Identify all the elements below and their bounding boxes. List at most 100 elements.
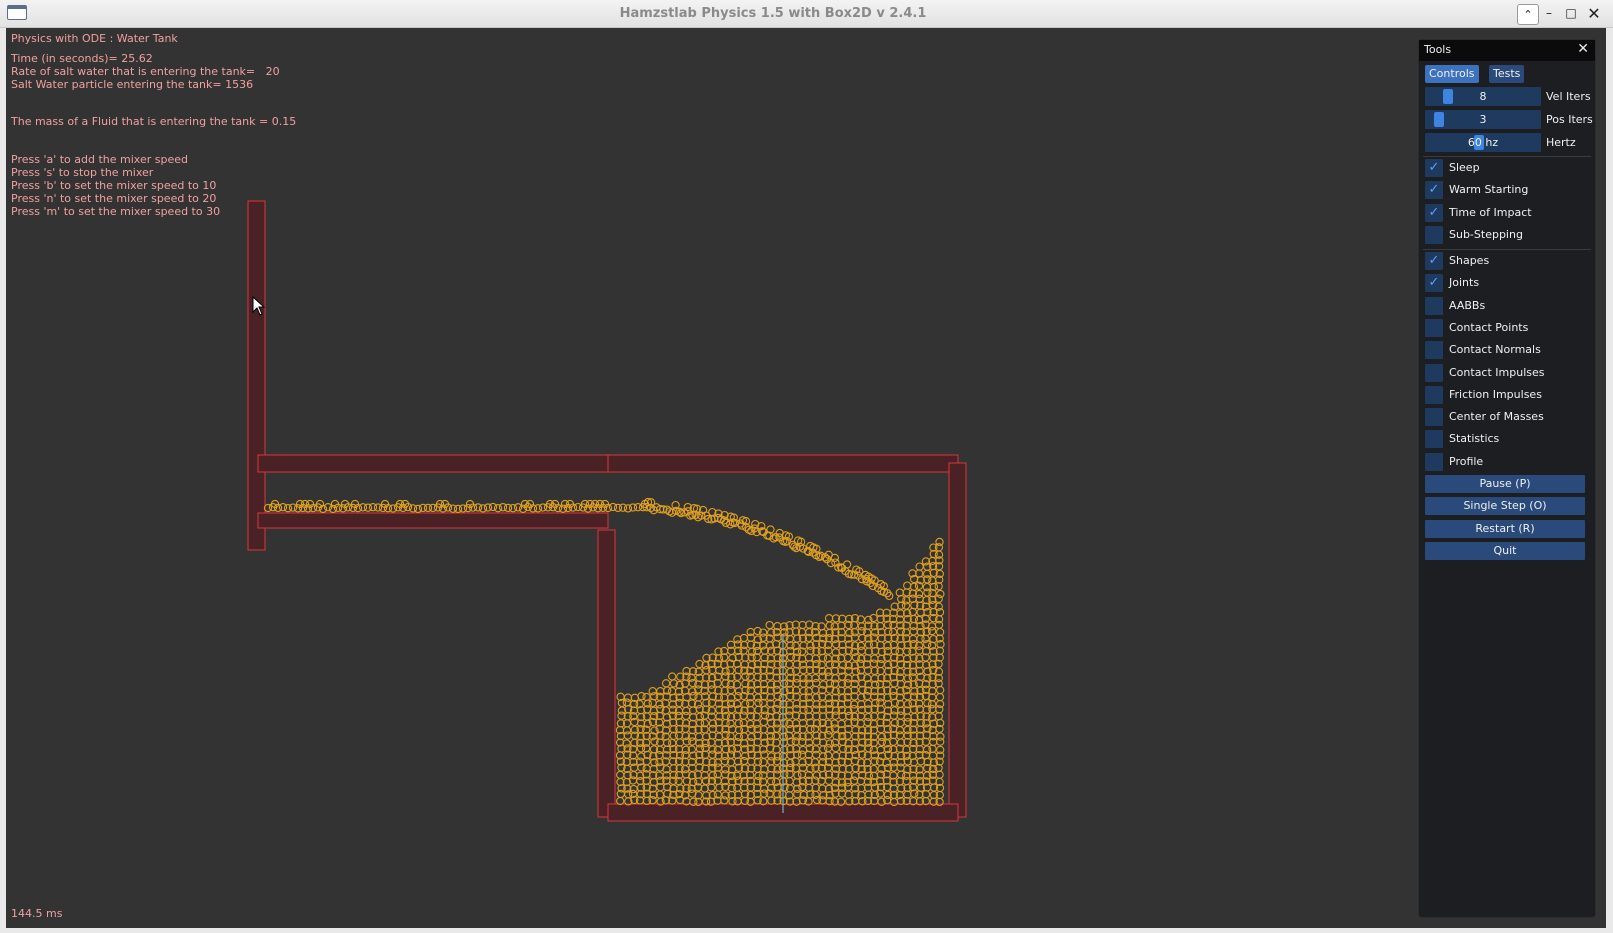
checkbox-friction-impulses[interactable]: Friction Impulses [1425, 385, 1590, 404]
quit-button[interactable]: Quit [1425, 541, 1585, 560]
pipe-top-wall [257, 454, 609, 473]
checkbox-box[interactable] [1425, 363, 1443, 382]
water-particle [870, 654, 879, 663]
water-particle [842, 560, 852, 569]
water-particle [921, 790, 931, 799]
water-particle [733, 783, 742, 792]
checkbox-sleep[interactable]: ✓ Sleep [1425, 158, 1590, 177]
checkbox-time-of-impact[interactable]: ✓ Time of Impact [1425, 203, 1590, 222]
checkbox-label: Profile [1449, 454, 1484, 468]
water-particle [830, 738, 840, 747]
water-particle [642, 692, 651, 702]
slider-value: 8 [1479, 90, 1487, 103]
checkbox-joints[interactable]: ✓ Joints [1425, 273, 1590, 293]
water-particle [661, 679, 671, 688]
tools-header[interactable]: Tools ✕ [1419, 40, 1595, 61]
checkbox-profile[interactable]: Profile [1425, 452, 1590, 471]
restart-r-button[interactable]: Restart (R) [1425, 519, 1585, 538]
water-particle [668, 672, 677, 681]
pipe-bottom-wall [257, 512, 609, 529]
checkbox-box[interactable] [1425, 296, 1443, 315]
water-particle [508, 504, 518, 513]
checkmark-icon[interactable]: ✓ [1425, 181, 1443, 200]
water-particle [721, 518, 730, 528]
water-particle [667, 687, 677, 696]
minimize-button[interactable]: – [1539, 4, 1559, 23]
water-particle [928, 751, 938, 760]
water-particle [726, 666, 735, 675]
checkbox-box[interactable] [1425, 341, 1443, 360]
water-particle [831, 751, 841, 761]
water-particle [747, 757, 756, 766]
checkbox-statistics[interactable]: Statistics [1425, 429, 1590, 449]
checkbox-box[interactable] [1425, 452, 1443, 471]
pause-p-button[interactable]: Pause (P) [1425, 475, 1585, 493]
water-particle [903, 581, 912, 590]
water-particle [689, 691, 698, 701]
water-particle [740, 732, 749, 741]
checkbox-warm-starting[interactable]: ✓ Warm Starting [1425, 180, 1590, 200]
checkbox-box[interactable] [1425, 385, 1443, 404]
water-particle [493, 504, 503, 513]
checkbox-box[interactable] [1425, 318, 1443, 337]
window-titlebar[interactable]: Hamzstlab Physics 1.5 with Box2D v 2.4.1… [0, 0, 1613, 28]
checkbox-box[interactable] [1425, 430, 1443, 449]
tab-controls[interactable]: Controls [1425, 65, 1479, 83]
checkbox-label: Sleep [1449, 161, 1480, 174]
water-particle [811, 790, 820, 800]
pos-iters-slider[interactable]: 3 [1425, 110, 1541, 129]
checkbox-contact-normals[interactable]: Contact Normals [1425, 340, 1590, 360]
hertz-slider[interactable]: 60 hz [1425, 133, 1541, 152]
water-particle [849, 776, 859, 785]
checkbox-shapes[interactable]: ✓ Shapes [1425, 251, 1590, 270]
checkmark-icon[interactable]: ✓ [1425, 252, 1443, 270]
checkbox-label: Time of Impact [1449, 205, 1532, 219]
water-particle [700, 784, 709, 793]
water-particle [934, 712, 943, 721]
checkbox-box[interactable] [1425, 408, 1443, 427]
water-particle [623, 504, 633, 513]
tank-right-wall [948, 462, 967, 818]
close-window-button[interactable]: ✕ [1584, 4, 1604, 23]
checkmark-icon[interactable]: ✓ [1425, 274, 1443, 293]
water-particle [830, 553, 839, 563]
water-particle [843, 653, 853, 663]
water-particle [936, 589, 945, 599]
water-particle [922, 719, 931, 728]
simulation-viewport[interactable]: Physics with ODE : Water Tank Time (in s… [6, 28, 1606, 928]
single-step-o-button[interactable]: Single Step (O) [1425, 497, 1585, 516]
water-particle [935, 699, 945, 709]
collapse-button[interactable]: ⌃ [1517, 4, 1539, 25]
water-particle [608, 502, 618, 512]
water-particle [338, 504, 348, 513]
water-particle [915, 562, 924, 571]
water-particle [936, 732, 945, 741]
checkbox-aabbs[interactable]: AABBs [1425, 296, 1590, 315]
water-particle [720, 693, 729, 702]
tools-panel[interactable]: Tools ✕ Controls Tests 8 Vel Iters 3 Pos… [1418, 39, 1596, 918]
water-particle [616, 770, 625, 780]
water-particle [478, 504, 488, 513]
maximize-button[interactable]: □ [1561, 4, 1581, 23]
water-particle [688, 706, 698, 715]
slider-value: 60 hz [1467, 136, 1499, 149]
checkbox-sub-stepping[interactable]: Sub-Stepping [1425, 225, 1590, 244]
checkbox-label: Contact Impulses [1449, 365, 1545, 379]
water-particle [889, 737, 898, 746]
mouse-cursor-icon [252, 296, 266, 316]
checkbox-label: Center of Masses [1449, 410, 1544, 424]
checkbox-box[interactable] [1425, 225, 1443, 244]
close-icon[interactable]: ✕ [1577, 41, 1589, 57]
tank-left-wall [597, 529, 616, 818]
tab-tests[interactable]: Tests [1489, 65, 1525, 83]
water-particle [473, 503, 483, 512]
checkbox-center-of-masses[interactable]: Center of Masses [1425, 407, 1590, 427]
water-particle [804, 674, 813, 683]
checkmark-icon[interactable]: ✓ [1425, 159, 1443, 177]
water-particle [811, 685, 820, 695]
checkbox-contact-impulses[interactable]: Contact Impulses [1425, 363, 1590, 382]
vel-iters-slider[interactable]: 8 [1425, 87, 1541, 106]
water-particle [909, 582, 919, 591]
checkmark-icon[interactable]: ✓ [1425, 203, 1443, 222]
checkbox-contact-points[interactable]: Contact Points [1425, 318, 1590, 337]
